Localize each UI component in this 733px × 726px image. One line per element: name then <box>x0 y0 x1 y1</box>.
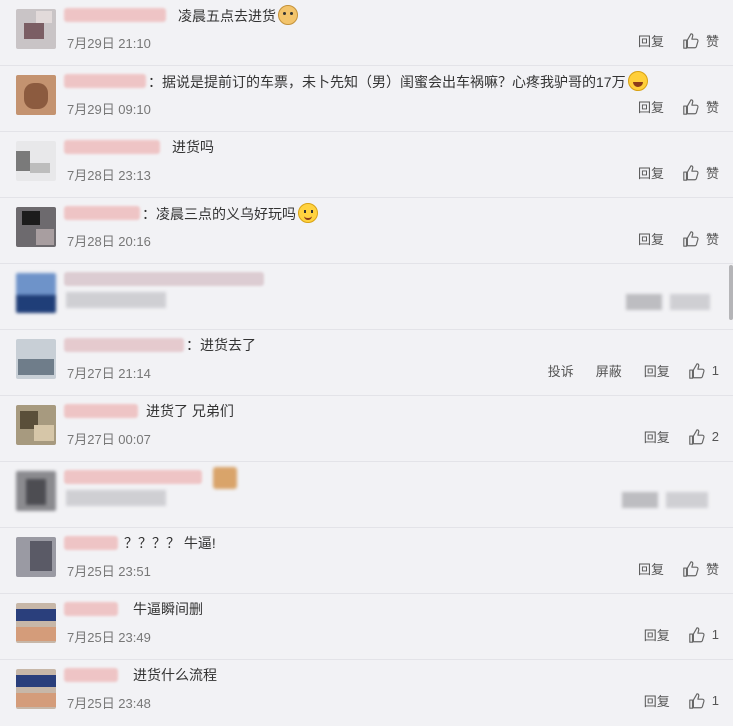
username[interactable] <box>64 404 138 418</box>
thumbs-up-icon <box>683 560 699 577</box>
avatar[interactable] <box>16 9 56 49</box>
like-count: 赞 <box>705 166 719 181</box>
doge-emoji-icon <box>278 5 298 25</box>
username[interactable] <box>64 602 118 616</box>
comment-time: 7月27日 00:07 <box>67 432 151 447</box>
username[interactable] <box>64 272 264 286</box>
reply-button[interactable]: 回复 <box>644 427 670 446</box>
avatar[interactable] <box>16 471 56 511</box>
avatar[interactable] <box>16 669 56 709</box>
like-count: 1 <box>711 627 719 642</box>
comment-text: 进货什么流程 <box>133 667 217 683</box>
avatar[interactable] <box>16 537 56 577</box>
comment-time: 7月28日 23:13 <box>67 168 151 183</box>
username[interactable] <box>64 338 184 352</box>
avatar[interactable] <box>16 75 56 115</box>
avatar[interactable] <box>16 405 56 445</box>
comment-item <box>0 462 733 528</box>
like-count: 赞 <box>705 232 719 247</box>
like-count: 赞 <box>705 562 719 577</box>
like-button[interactable]: 赞 <box>682 559 719 578</box>
smile-emoji-icon <box>298 203 318 223</box>
redacted-content <box>66 490 174 506</box>
thumbs-up-icon <box>688 362 705 379</box>
comment-list: 凌晨五点去进货 7月29日 21:10 回复 赞 ：据说是提前订的车票，未卜先知… <box>0 0 733 726</box>
comment-text: ：凌晨三点的义乌好玩吗 <box>142 203 318 224</box>
thumbs-up-icon <box>688 626 705 643</box>
like-count: 1 <box>711 693 719 708</box>
like-button[interactable]: 1 <box>688 692 719 710</box>
comment-time: 7月29日 21:10 <box>67 36 151 51</box>
like-button[interactable]: 赞 <box>682 31 719 50</box>
like-button[interactable]: 赞 <box>682 163 719 182</box>
avatar[interactable] <box>16 273 56 313</box>
like-button[interactable]: 赞 <box>682 97 719 116</box>
reply-button[interactable]: 回复 <box>638 559 664 578</box>
username[interactable] <box>64 470 202 484</box>
thumbs-up-icon <box>688 428 705 445</box>
redacted-actions <box>622 492 716 508</box>
comment-item: ：据说是提前订的车票，未卜先知（男）闺蜜会出车祸嘛？心疼我驴哥的17万 7月29… <box>0 66 733 132</box>
comment-time: 7月25日 23:48 <box>67 696 151 711</box>
reply-button[interactable]: 回复 <box>638 163 664 182</box>
username[interactable] <box>64 74 146 88</box>
username[interactable] <box>64 140 160 154</box>
avatar[interactable] <box>16 603 56 643</box>
reply-button[interactable]: 回复 <box>644 625 670 644</box>
like-button[interactable]: 赞 <box>682 229 719 248</box>
like-count: 赞 <box>705 100 719 115</box>
comment-time: 7月25日 23:51 <box>67 564 151 579</box>
sticker-icon <box>213 467 237 489</box>
block-button[interactable]: 屏蔽 <box>596 361 622 380</box>
comment-text: 进货了 兄弟们 <box>146 403 234 419</box>
comment-item: ：凌晨三点的义乌好玩吗 7月28日 20:16 回复 赞 <box>0 198 733 264</box>
avatar[interactable] <box>16 339 56 379</box>
comment-text: 凌晨五点去进货 <box>178 5 298 26</box>
like-count: 赞 <box>705 34 719 49</box>
comment-text: ？？？？ 牛逼! <box>124 535 216 551</box>
reply-button[interactable]: 回复 <box>638 97 664 116</box>
scrollbar[interactable] <box>729 265 733 320</box>
comment-item: ？？？？ 牛逼! 7月25日 23:51 回复 赞 <box>0 528 733 594</box>
report-button[interactable]: 投诉 <box>548 361 574 380</box>
thumbs-up-icon <box>683 98 699 115</box>
laugh-emoji-icon <box>627 71 648 91</box>
comment-item: 牛逼瞬间删 7月25日 23:49 回复 1 <box>0 594 733 660</box>
comment-item: 凌晨五点去进货 7月29日 21:10 回复 赞 <box>0 0 733 66</box>
thumbs-up-icon <box>683 230 699 247</box>
like-count: 1 <box>711 363 719 378</box>
comment-time: 7月29日 09:10 <box>67 102 151 117</box>
thumbs-up-icon <box>683 32 699 49</box>
comment-time: 7月25日 23:49 <box>67 630 151 645</box>
like-count: 2 <box>711 429 719 444</box>
comment-item: 进货什么流程 7月25日 23:48 回复 1 <box>0 660 733 726</box>
thumbs-up-icon <box>683 164 699 181</box>
comment-item: 进货了 兄弟们 7月27日 00:07 回复 2 <box>0 396 733 462</box>
comment-text: 牛逼瞬间删 <box>133 601 203 617</box>
thumbs-up-icon <box>688 692 705 709</box>
username[interactable] <box>64 8 166 22</box>
redacted-actions <box>626 294 718 310</box>
like-button[interactable]: 2 <box>688 428 719 446</box>
reply-button[interactable]: 回复 <box>638 229 664 248</box>
avatar[interactable] <box>16 207 56 247</box>
avatar[interactable] <box>16 141 56 181</box>
comment-text: ：据说是提前订的车票，未卜先知（男）闺蜜会出车祸嘛？心疼我驴哥的17万 <box>148 71 648 92</box>
username[interactable] <box>64 536 118 550</box>
comment-text: 进货吗 <box>172 139 214 155</box>
comment-item: ：进货去了 7月27日 21:14 投诉 屏蔽 回复 1 <box>0 330 733 396</box>
username[interactable] <box>64 206 140 220</box>
comment-time: 7月28日 20:16 <box>67 234 151 249</box>
username[interactable] <box>64 668 118 682</box>
comment-item: 进货吗 7月28日 23:13 回复 赞 <box>0 132 733 198</box>
reply-button[interactable]: 回复 <box>644 691 670 710</box>
like-button[interactable]: 1 <box>688 362 719 380</box>
redacted-content <box>66 292 174 308</box>
reply-button[interactable]: 回复 <box>644 361 670 380</box>
comment-item <box>0 264 733 330</box>
comment-time: 7月27日 21:14 <box>67 366 151 381</box>
like-button[interactable]: 1 <box>688 626 719 644</box>
reply-button[interactable]: 回复 <box>638 31 664 50</box>
comment-text: ：进货去了 <box>186 337 256 353</box>
